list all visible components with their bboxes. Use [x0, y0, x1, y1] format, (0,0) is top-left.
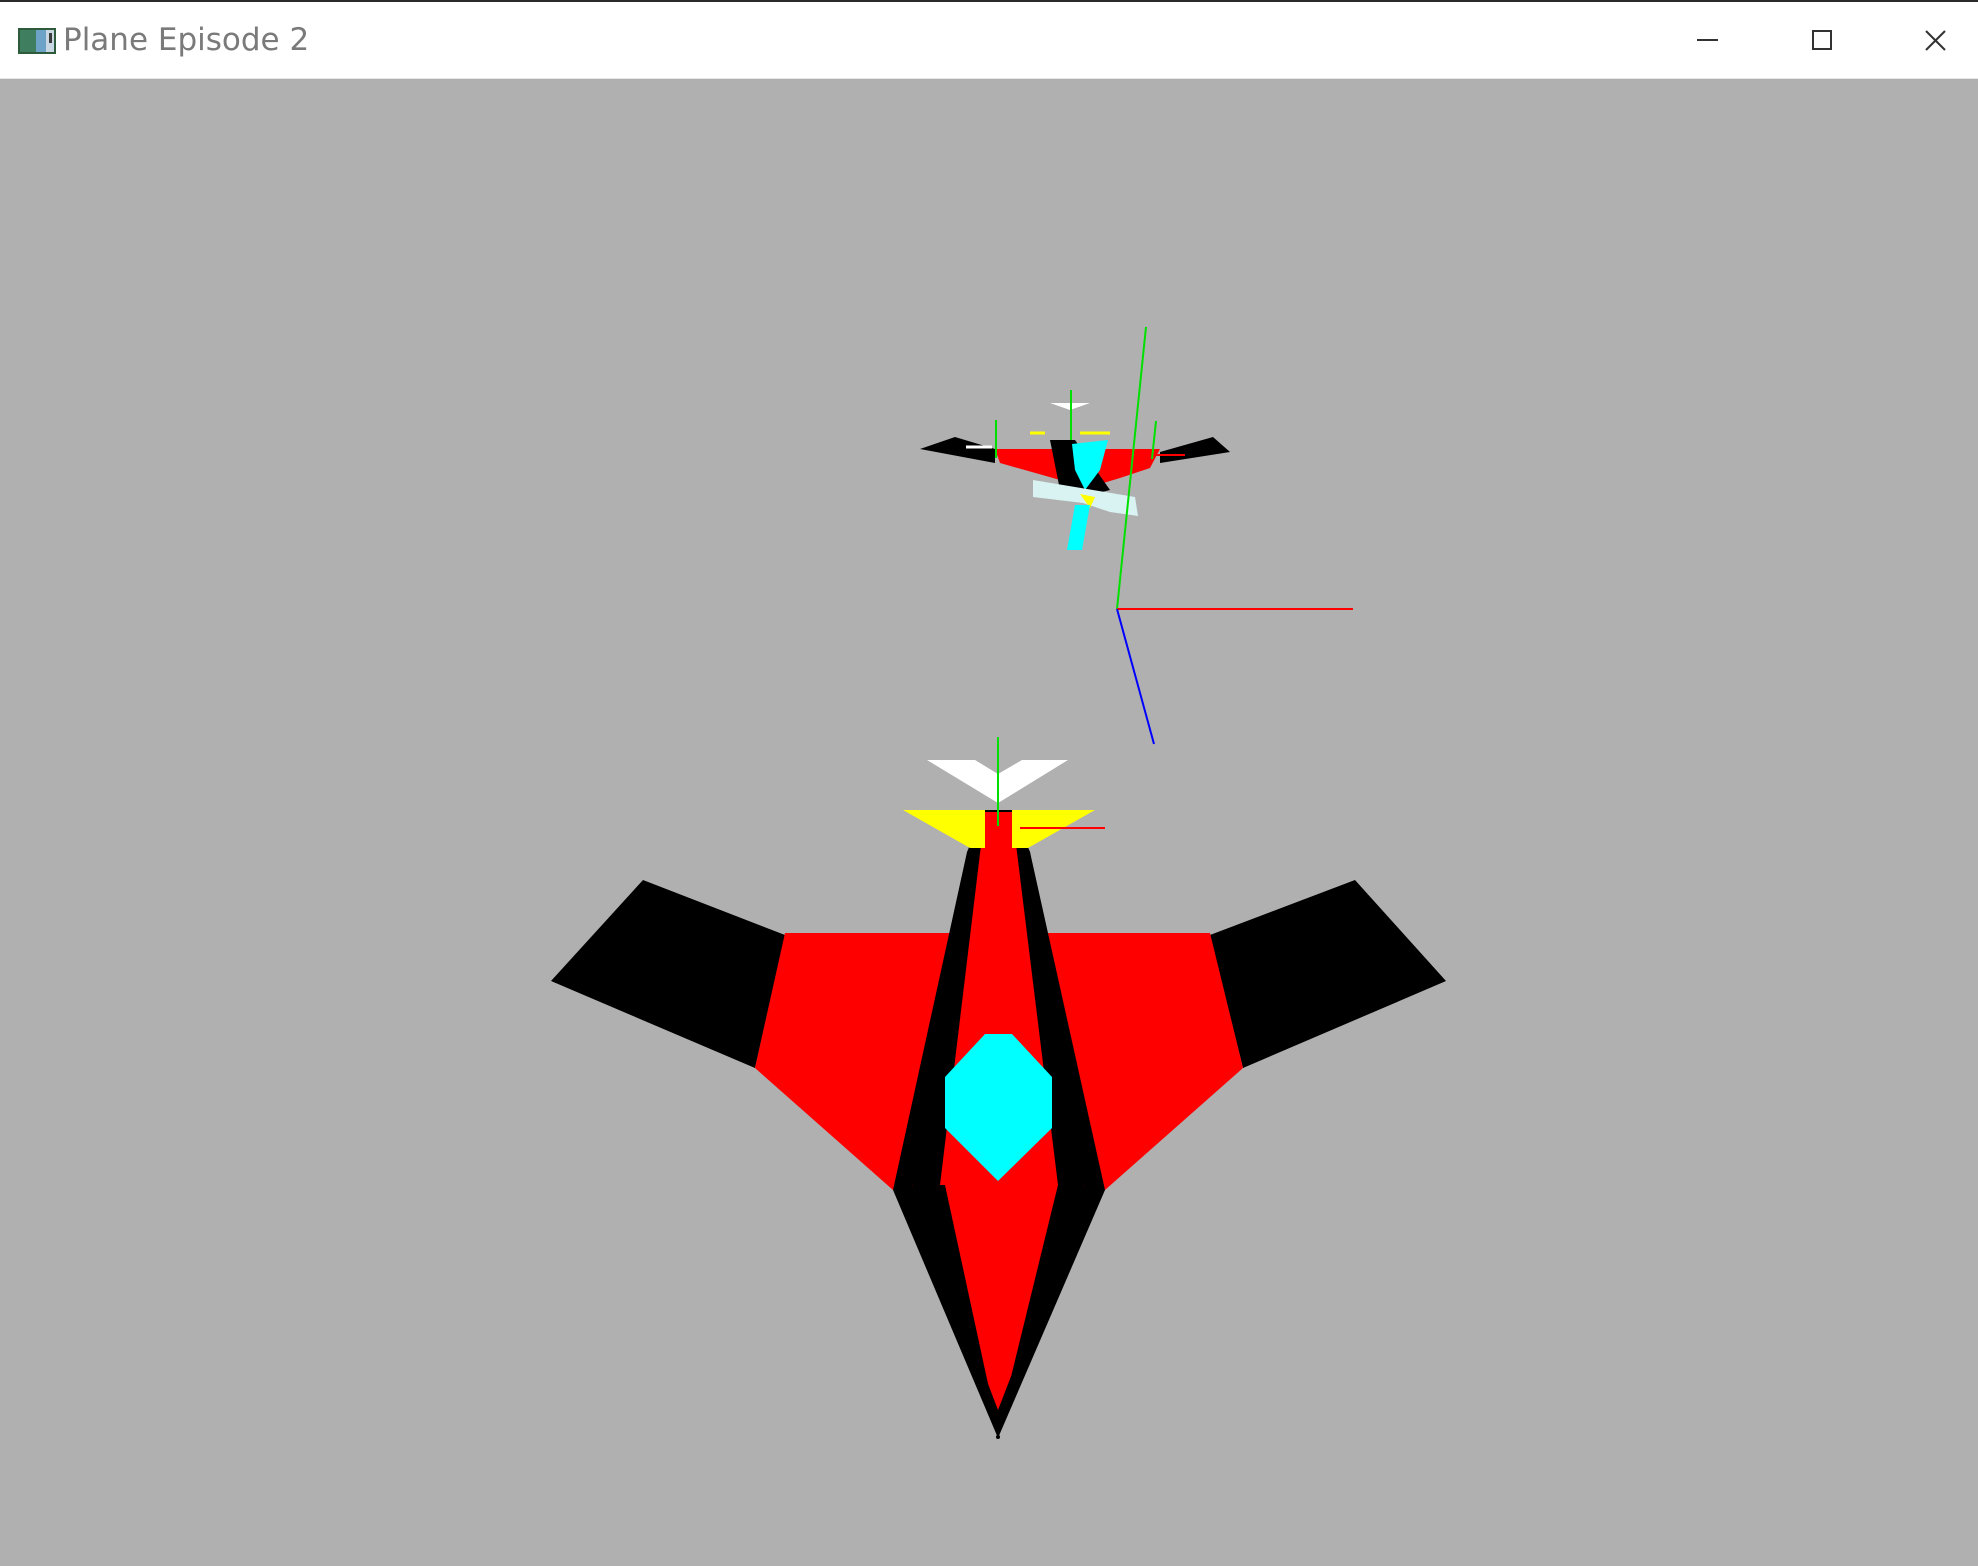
window-title: Plane Episode 2	[63, 22, 310, 58]
close-icon	[1925, 30, 1946, 51]
scene-canvas	[551, 326, 1446, 1439]
player-left-yellow-fin	[903, 810, 985, 848]
maximize-icon	[1812, 30, 1832, 50]
player-plane	[551, 737, 1446, 1439]
player-left-wing-tip	[551, 880, 785, 1068]
player-right-wing-tip	[1210, 880, 1446, 1068]
close-button[interactable]	[1880, 4, 1978, 76]
player-nose-tip	[996, 1435, 1000, 1439]
minimize-button[interactable]	[1652, 4, 1762, 76]
enemy-plane	[920, 390, 1230, 550]
title-bar[interactable]: Plane Episode 2	[0, 2, 1978, 79]
coordinate-axes	[1116, 326, 1353, 745]
enemy-lower-cyan	[1067, 505, 1090, 550]
z-axis-line	[1116, 608, 1155, 745]
maximize-button[interactable]	[1766, 4, 1876, 76]
minimize-icon	[1697, 39, 1718, 41]
opengl-app-icon	[18, 28, 56, 54]
enemy-left-wing-tip	[920, 437, 995, 463]
enemy-right-wing-tip	[1160, 437, 1230, 463]
app-window: Plane Episode 2	[0, 0, 1978, 1566]
opengl-viewport[interactable]	[0, 79, 1978, 1566]
